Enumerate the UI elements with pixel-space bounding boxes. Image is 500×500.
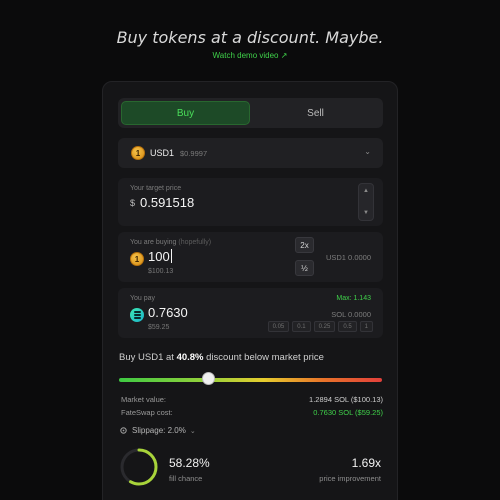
token-selector[interactable]: 1 USD1 $0.9997 ⌄ xyxy=(118,138,383,168)
pay-label: You pay xyxy=(130,295,156,302)
market-value-row: Market value: 1.2894 SOL ($100.13) xyxy=(121,395,383,404)
usd1-coin-icon: 1 xyxy=(131,146,145,160)
target-price-panel: Your target price $ 0.591518 ▲ ▼ xyxy=(118,178,383,226)
fateswap-cost-row: FateSwap cost: 0.7630 SOL ($59.25) xyxy=(121,408,383,417)
sol-balance: SOL 0.0000 xyxy=(331,310,371,319)
buy-amount-input[interactable]: 100 xyxy=(148,249,172,264)
fill-chance-value: 58.28% xyxy=(169,456,210,470)
watch-demo-link[interactable]: Watch demo video ↗ xyxy=(0,51,500,60)
pay-panel: You pay Max: 1.143 0.7630 $59.25 SOL 0.0… xyxy=(118,288,383,338)
usd1-coin-icon: 1 xyxy=(130,252,144,266)
chip-0-25[interactable]: 0.25 xyxy=(313,321,336,332)
buying-label-text: You are buying xyxy=(130,239,177,246)
discount-prefix: Buy USD1 at xyxy=(119,352,174,363)
target-price-label: Your target price xyxy=(130,185,182,192)
chevron-up-icon[interactable]: ▲ xyxy=(359,188,373,194)
discount-percent: 40.8% xyxy=(176,352,204,363)
target-price-input[interactable]: 0.591518 xyxy=(140,195,194,210)
double-amount-button[interactable]: 2x xyxy=(295,237,314,253)
swap-card: Buy Sell 1 USD1 $0.9997 ⌄ Your target pr… xyxy=(102,81,398,500)
max-button[interactable]: Max: 1.143 xyxy=(336,295,371,302)
fateswap-cost-value: 0.7630 SOL ($59.25) xyxy=(313,408,383,417)
chip-1[interactable]: 1 xyxy=(359,321,373,332)
discount-suffix: discount below market price xyxy=(206,352,324,363)
buying-panel: You are buying (hopefully) 1 100 $100.13… xyxy=(118,232,383,282)
text-cursor xyxy=(170,249,172,263)
buy-sell-tabs: Buy Sell xyxy=(118,98,383,128)
chip-0-5[interactable]: 0.5 xyxy=(338,321,357,332)
quick-amount-chips: 0.05 0.1 0.25 0.5 1 xyxy=(267,321,373,332)
half-amount-button[interactable]: ½ xyxy=(295,260,314,276)
chip-0-1[interactable]: 0.1 xyxy=(292,321,311,332)
currency-symbol: $ xyxy=(130,198,136,208)
pay-amount-input[interactable]: 0.7630 xyxy=(148,305,188,320)
buying-label: You are buying (hopefully) xyxy=(130,239,211,246)
slippage-label: Slippage: 2.0% xyxy=(132,426,186,435)
fill-chance-ring xyxy=(120,448,158,486)
usd1-balance: USD1 0.0000 xyxy=(325,253,371,262)
discount-slider-track[interactable] xyxy=(119,378,382,382)
chevron-down-icon[interactable]: ▼ xyxy=(359,210,373,216)
chip-0-05[interactable]: 0.05 xyxy=(267,321,290,332)
fateswap-cost-label: FateSwap cost: xyxy=(121,408,173,417)
buy-amount-value: 100 xyxy=(148,249,170,264)
price-improvement-value: 1.69x xyxy=(351,456,381,470)
token-price: $0.9997 xyxy=(180,149,208,158)
chevron-down-icon: ⌄ xyxy=(189,427,196,435)
pay-usd-value: $59.25 xyxy=(148,324,170,331)
discount-summary: Buy USD1 at 40.8% discount below market … xyxy=(119,352,324,363)
buying-label-hint: (hopefully) xyxy=(178,239,212,246)
token-symbol: USD1 xyxy=(150,148,175,158)
gear-icon xyxy=(120,427,127,434)
tab-sell[interactable]: Sell xyxy=(251,101,380,125)
discount-slider-handle[interactable] xyxy=(201,372,215,385)
tab-buy[interactable]: Buy xyxy=(121,101,250,125)
buy-usd-value: $100.13 xyxy=(148,268,174,275)
hero-title: Buy tokens at a discount. Maybe. xyxy=(116,28,384,47)
market-value: 1.2894 SOL ($100.13) xyxy=(309,395,383,404)
price-stepper[interactable]: ▲ ▼ xyxy=(358,183,374,221)
chevron-down-icon: ⌄ xyxy=(364,147,371,156)
market-value-label: Market value: xyxy=(121,395,167,404)
fill-chance-label: fill chance xyxy=(169,474,203,483)
slippage-toggle[interactable]: Slippage: 2.0% ⌄ xyxy=(119,426,196,435)
price-improvement-label: price improvement xyxy=(319,474,381,483)
solana-icon xyxy=(130,308,144,322)
